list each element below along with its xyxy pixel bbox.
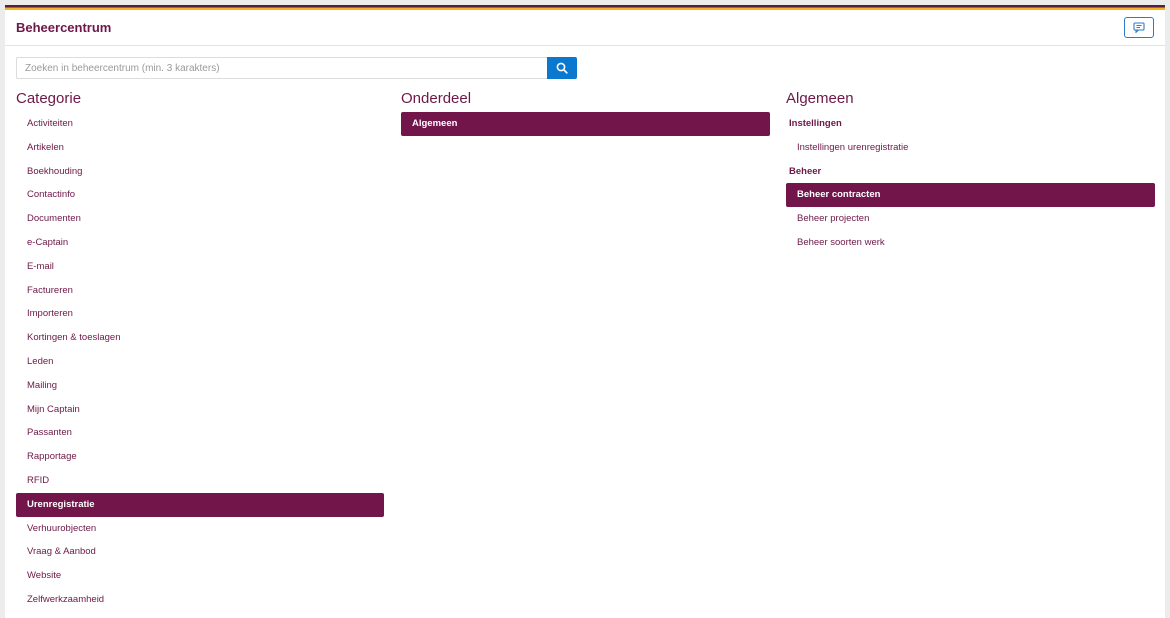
categorie-item[interactable]: E-mail <box>16 255 384 279</box>
categorie-list: Activiteiten Artikelen Boekhouding Contacti… <box>16 112 384 612</box>
algemeen-title: Algemeen <box>786 90 854 107</box>
categorie-item[interactable]: Importeren <box>16 302 384 326</box>
categorie-item[interactable]: Documenten <box>16 207 384 231</box>
search-input[interactable] <box>16 57 547 79</box>
onderdeel-title: Onderdeel <box>401 90 472 107</box>
categorie-item[interactable]: Website <box>16 564 384 588</box>
algemeen-item[interactable]: Beheer projecten <box>786 207 1155 231</box>
chat-icon <box>1133 22 1145 33</box>
categorie-item[interactable]: Artikelen <box>16 136 384 160</box>
onderdeel-column: Onderdeel Algemeen <box>401 91 770 136</box>
beheercentrum-panel: Beheercentrum Categorie ActiviteitenArti… <box>5 5 1165 618</box>
categorie-item[interactable]: Zelfwerkzaamheid <box>16 588 384 612</box>
algemeen-item[interactable]: Beheer soorten werk <box>786 231 1155 255</box>
categorie-item[interactable]: Rapportage <box>16 445 384 469</box>
categorie-item[interactable]: Boekhouding <box>16 160 384 184</box>
algemeen-column: Algemeen Instellingen Instellingen urenre… <box>786 91 1155 255</box>
search-bar <box>16 57 577 79</box>
categorie-item[interactable]: Leden <box>16 350 384 374</box>
categorie-item[interactable]: Mailing <box>16 374 384 398</box>
onderdeel-item[interactable]: Algemeen <box>401 112 770 136</box>
onderdeel-list: Algemeen <box>401 112 770 136</box>
categorie-item[interactable]: Contactinfo <box>16 183 384 207</box>
chat-button[interactable] <box>1124 17 1154 38</box>
categorie-item[interactable]: Passanten <box>16 421 384 445</box>
categorie-item[interactable]: Vraag & Aanbod <box>16 540 384 564</box>
search-button[interactable] <box>547 57 577 79</box>
categorie-item[interactable]: e-Captain <box>16 231 384 255</box>
categorie-item[interactable]: Verhuurobjecten <box>16 517 384 541</box>
header: Beheercentrum <box>5 10 1165 46</box>
group-heading: Beheer <box>789 165 822 177</box>
categorie-item[interactable]: Mijn Captain <box>16 398 384 422</box>
page-title: Beheercentrum <box>16 20 112 35</box>
categorie-title: Categorie <box>16 90 82 107</box>
categorie-item[interactable]: Kortingen & toeslagen <box>16 326 384 350</box>
categorie-item[interactable]: Activiteiten <box>16 112 384 136</box>
categorie-item[interactable]: Urenregistratie <box>16 492 384 517</box>
group-heading: Instellingen <box>789 118 842 129</box>
algemeen-item[interactable]: Instellingen urenregistratie <box>786 136 1155 160</box>
categorie-column: Categorie Activiteiten Artikelen Boekhoudi… <box>16 91 384 612</box>
search-icon <box>556 62 568 74</box>
categorie-item[interactable]: Factureren <box>16 279 384 303</box>
categorie-item[interactable]: RFID <box>16 469 384 493</box>
algemeen-list: Instellingen Instellingen urenregistratie… <box>786 112 1155 255</box>
algemeen-item[interactable]: Beheer contracten <box>786 183 1155 208</box>
